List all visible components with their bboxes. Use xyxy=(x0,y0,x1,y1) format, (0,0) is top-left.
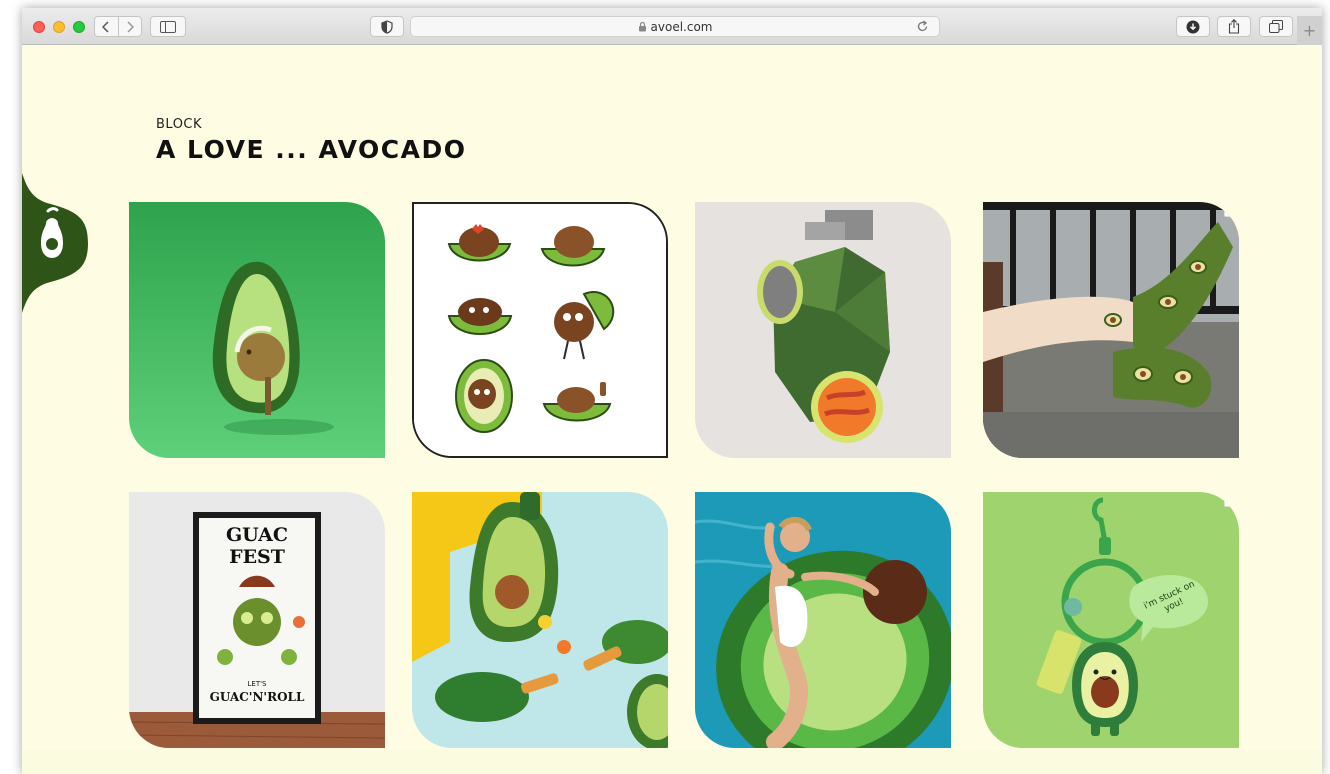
navigation-buttons xyxy=(94,16,142,37)
poster-tagline: GUAC'N'ROLL xyxy=(209,690,305,704)
close-window-button[interactable] xyxy=(33,21,45,33)
tab-overview-button[interactable] xyxy=(1259,16,1293,37)
new-tab-button[interactable]: + xyxy=(1297,16,1322,45)
avocado-keychain-image xyxy=(983,492,1239,748)
share-icon xyxy=(1228,19,1240,34)
lock-icon xyxy=(638,21,647,32)
avocado-stickers-image xyxy=(414,204,666,456)
avocado-character-image xyxy=(129,202,385,458)
page-footer-strip xyxy=(22,750,1322,774)
browser-window: avoel.com + BLOCK A LOVE ... AVOCADO GUA… xyxy=(22,8,1322,774)
privacy-report-button[interactable] xyxy=(370,16,404,37)
chevron-right-icon xyxy=(127,20,134,33)
gallery-item-avocado-pool-float[interactable] xyxy=(695,492,951,748)
multi-image-indicator-icon xyxy=(1224,496,1235,507)
plus-icon: + xyxy=(1302,21,1317,40)
avocado-ping-pong-image xyxy=(412,492,668,748)
back-button[interactable] xyxy=(95,17,118,36)
shield-icon xyxy=(381,19,393,34)
gallery-item-avocado-keychain[interactable]: i'm stuck on you! xyxy=(983,492,1239,748)
chevron-left-icon xyxy=(102,20,109,33)
reload-icon[interactable] xyxy=(916,20,929,36)
page-title: A LOVE ... AVOCADO xyxy=(156,135,467,164)
poster-lets: LET'S xyxy=(247,680,267,688)
avocado-grenade-image xyxy=(695,202,951,458)
tabs-icon xyxy=(1269,20,1283,33)
gallery-item-guac-fest-poster[interactable]: GUAC FEST LET'S GUAC'N'ROLL xyxy=(129,492,385,748)
downloads-button[interactable] xyxy=(1176,16,1210,37)
gallery-item-avocado-ping-pong[interactable] xyxy=(412,492,668,748)
page-content: BLOCK A LOVE ... AVOCADO GUAC FEST LET'S… xyxy=(22,45,1322,774)
gallery-item-avocado-stickers[interactable] xyxy=(412,202,668,458)
browser-toolbar: avoel.com + xyxy=(22,8,1322,45)
minimize-window-button[interactable] xyxy=(53,21,65,33)
url-text: avoel.com xyxy=(650,19,713,34)
sidebar-icon xyxy=(160,20,176,33)
gallery-item-avocado-socks[interactable] xyxy=(983,202,1239,458)
sidebar-toggle-button[interactable] xyxy=(150,16,186,37)
avocado-pool-float-image xyxy=(695,492,951,748)
avocado-logo-icon xyxy=(22,173,88,313)
gallery-item-avocado-grenade[interactable] xyxy=(695,202,951,458)
gallery-item-avocado-character[interactable] xyxy=(129,202,385,458)
brand-side-tab[interactable] xyxy=(22,173,90,313)
download-icon xyxy=(1186,20,1200,33)
poster-title: GUAC FEST xyxy=(225,524,289,568)
multi-image-indicator-icon xyxy=(1224,206,1235,217)
avocado-socks-image xyxy=(983,202,1239,458)
zoom-window-button[interactable] xyxy=(73,21,85,33)
section-eyebrow: BLOCK xyxy=(156,117,203,132)
share-button[interactable] xyxy=(1217,16,1251,37)
address-bar[interactable]: avoel.com xyxy=(410,16,940,37)
forward-button[interactable] xyxy=(117,17,142,36)
